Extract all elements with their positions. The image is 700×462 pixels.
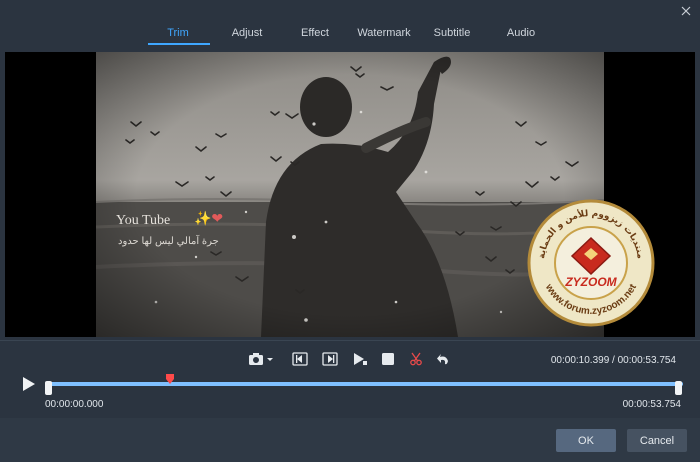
trim-start-time: 00:00:00.000 [45,399,104,410]
stop-icon[interactable] [381,350,395,368]
play-button[interactable] [22,376,38,392]
tab-bar: Trim Adjust Effect Watermark Subtitle Au… [0,0,700,46]
time-separator: / [609,355,618,366]
current-time: 00:00:10.399 [550,355,610,366]
video-preview: You Tube ✨❤ جرة آمالي ليس لها حدود منتدي… [5,52,695,337]
cancel-button[interactable]: Cancel [627,429,687,452]
play-icon [23,377,35,391]
trim-end-time: 00:00:53.754 [622,399,681,410]
zyzoom-watermark-logo: منتديات زيزووم للأمن و الحماية www.forum… [526,198,656,328]
trim-start-handle[interactable] [45,381,52,395]
playhead-marker[interactable] [165,372,175,384]
cut-icon[interactable] [409,350,423,368]
time-readout: 00:00:10.399 / 00:00:53.754 [551,355,676,366]
overlay-youtube-text: You Tube [116,213,171,228]
camera-icon[interactable] [248,350,274,368]
tab-adjust[interactable]: Adjust [232,27,263,39]
trim-end-handle[interactable] [675,381,682,395]
ok-button[interactable]: OK [556,429,616,452]
play-segment-icon[interactable] [352,350,368,368]
tab-effect[interactable]: Effect [301,27,329,39]
watermark-brand-text: ZYZOOM [564,275,617,289]
overlay-arabic-text: جرة آمالي ليس لها حدود [118,236,219,247]
timeline-selection [47,382,683,386]
timeline-track[interactable] [47,382,683,386]
divider [0,340,700,341]
trim-controls: 00:00:10.399 / 00:00:53.754 00:00:00.000… [0,343,700,417]
active-tab-indicator [148,43,210,45]
tab-trim[interactable]: Trim [167,27,189,39]
dialog-footer: OK Cancel [0,418,700,462]
heart-sparkle-icon: ✨❤ [194,210,224,226]
tab-audio[interactable]: Audio [507,27,535,39]
dropdown-caret-icon [267,358,273,361]
tab-watermark[interactable]: Watermark [357,27,410,39]
tab-subtitle[interactable]: Subtitle [434,27,471,39]
undo-icon[interactable] [436,350,450,368]
total-time: 00:00:53.754 [617,355,676,366]
prev-frame-icon[interactable] [292,350,308,368]
next-frame-icon[interactable] [322,350,338,368]
